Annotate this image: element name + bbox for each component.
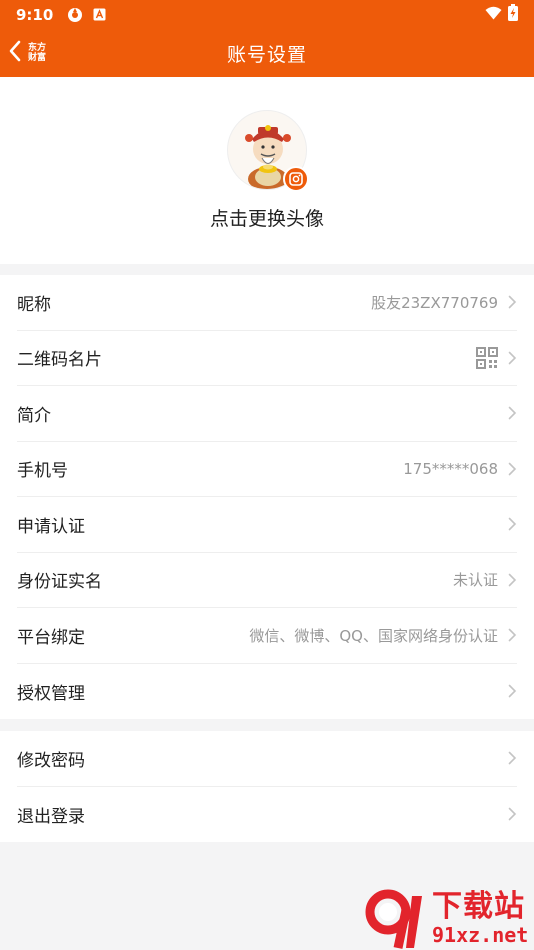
- row-value: 股友23ZX770769: [371, 293, 498, 312]
- row-value: 微信、微博、QQ、国家网络身份认证: [249, 626, 498, 645]
- chevron-right-icon: [508, 517, 517, 531]
- row-value: 未认证: [452, 571, 498, 590]
- chevron-right-icon: [508, 807, 517, 821]
- settings-row-verification[interactable]: 申请认证: [17, 497, 517, 553]
- chevron-right-icon: [508, 573, 517, 587]
- camera-icon: [283, 166, 309, 192]
- brand-logo-line2: 财富: [28, 53, 47, 63]
- row-label: 简介: [17, 405, 51, 426]
- settings-group-account: 昵称 股友23ZX770769 二维码名片 简介 手机号 175*****068…: [0, 275, 534, 719]
- brand-logo: 东方 财富: [28, 43, 46, 63]
- a-app-icon: [93, 8, 106, 21]
- settings-row-bio[interactable]: 简介: [17, 386, 517, 442]
- watermark-url: 91xz.net: [432, 923, 529, 947]
- settings-row-phone[interactable]: 手机号 175*****068: [17, 442, 517, 497]
- chevron-right-icon: [508, 351, 517, 365]
- row-label: 退出登录: [17, 806, 85, 827]
- settings-row-nickname[interactable]: 昵称 股友23ZX770769: [17, 275, 517, 331]
- qr-code-icon: [476, 346, 498, 369]
- loop-app-icon: [67, 7, 83, 23]
- chevron-right-icon: [508, 684, 517, 698]
- status-time: 9:10: [16, 5, 54, 24]
- settings-row-id-realname[interactable]: 身份证实名 未认证: [17, 553, 517, 608]
- row-label: 修改密码: [17, 750, 85, 771]
- avatar-section: 点击更换头像: [0, 77, 534, 264]
- watermark-brand: 下载站: [432, 889, 525, 924]
- row-label: 授权管理: [17, 683, 85, 704]
- chevron-right-icon: [508, 295, 517, 309]
- row-label: 平台绑定: [17, 627, 85, 648]
- row-label: 身份证实名: [17, 572, 102, 593]
- chevron-right-icon: [508, 406, 517, 420]
- row-label: 昵称: [17, 294, 51, 315]
- watermark-logo-icon: [365, 889, 422, 949]
- brand-logo-line1: 东方: [28, 43, 47, 53]
- wifi-icon: [485, 5, 502, 24]
- settings-row-platform-binding[interactable]: 平台绑定 微信、微博、QQ、国家网络身份认证: [17, 608, 517, 664]
- chevron-right-icon: [508, 462, 517, 476]
- avatar-button[interactable]: [227, 110, 309, 192]
- row-value: 175*****068: [403, 459, 498, 478]
- chevron-right-icon: [508, 751, 517, 765]
- settings-row-change-password[interactable]: 修改密码: [17, 731, 517, 787]
- chevron-right-icon: [508, 628, 517, 642]
- settings-row-logout[interactable]: 退出登录: [17, 787, 517, 843]
- row-label: 二维码名片: [17, 350, 102, 371]
- change-avatar-label[interactable]: 点击更换头像: [0, 204, 534, 231]
- row-label: 手机号: [17, 461, 68, 482]
- battery-charging-icon: [508, 4, 518, 25]
- settings-row-qr-card[interactable]: 二维码名片: [17, 331, 517, 386]
- status-bar: 9:10: [0, 0, 534, 29]
- settings-group-security: 修改密码 退出登录: [0, 731, 534, 842]
- settings-row-authorization[interactable]: 授权管理: [17, 664, 517, 720]
- watermark: 下载站 91xz.net: [362, 888, 534, 950]
- chevron-left-icon: [8, 40, 22, 66]
- app-header: 东方 财富 账号设置: [0, 29, 534, 77]
- page-title: 账号设置: [226, 43, 307, 66]
- row-label: 申请认证: [17, 516, 85, 537]
- back-button[interactable]: 东方 财富: [8, 29, 46, 77]
